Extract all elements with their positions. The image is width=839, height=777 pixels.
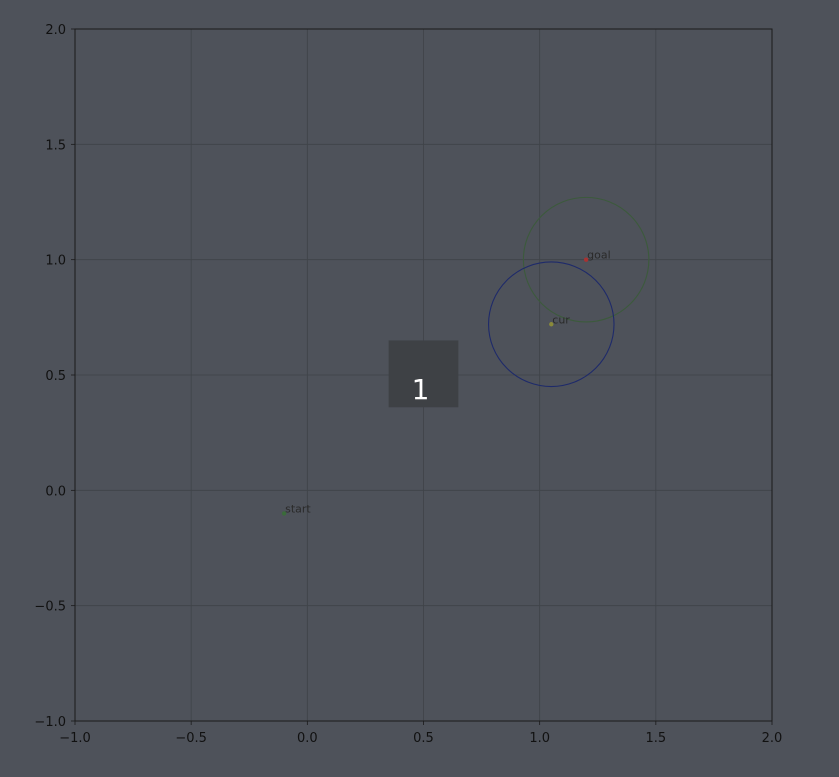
y-tick-label: 0.5 — [45, 369, 66, 384]
y-tick-label: 0.0 — [45, 484, 66, 499]
x-tick-label: 1.5 — [645, 731, 666, 746]
y-tick-label: −0.5 — [34, 600, 66, 615]
obstacle-label: 1 — [412, 373, 430, 406]
plot-canvas: 1 start goal cur −1.0 −0.5 0.0 0.5 1.0 1.5 2.0 −1… — [34, 23, 783, 746]
x-tick-label: −0.5 — [175, 731, 207, 746]
obstacles: 1 — [388, 340, 459, 408]
y-tick-label: 1.5 — [45, 138, 66, 153]
x-tick-label: 0.0 — [297, 731, 318, 746]
regions — [488, 196, 650, 388]
x-tick-label: 0.5 — [413, 731, 434, 746]
cur-label: cur — [552, 313, 570, 326]
y-tick-label: 1.0 — [45, 254, 66, 269]
goal-label: goal — [587, 249, 611, 262]
x-tick-label: 1.0 — [529, 731, 550, 746]
start-label: start — [285, 502, 311, 515]
y-tick-label: 2.0 — [45, 23, 66, 38]
x-tick-label: −1.0 — [59, 731, 91, 746]
x-tick-label: 2.0 — [762, 731, 783, 746]
y-tick-label: −1.0 — [34, 715, 66, 730]
